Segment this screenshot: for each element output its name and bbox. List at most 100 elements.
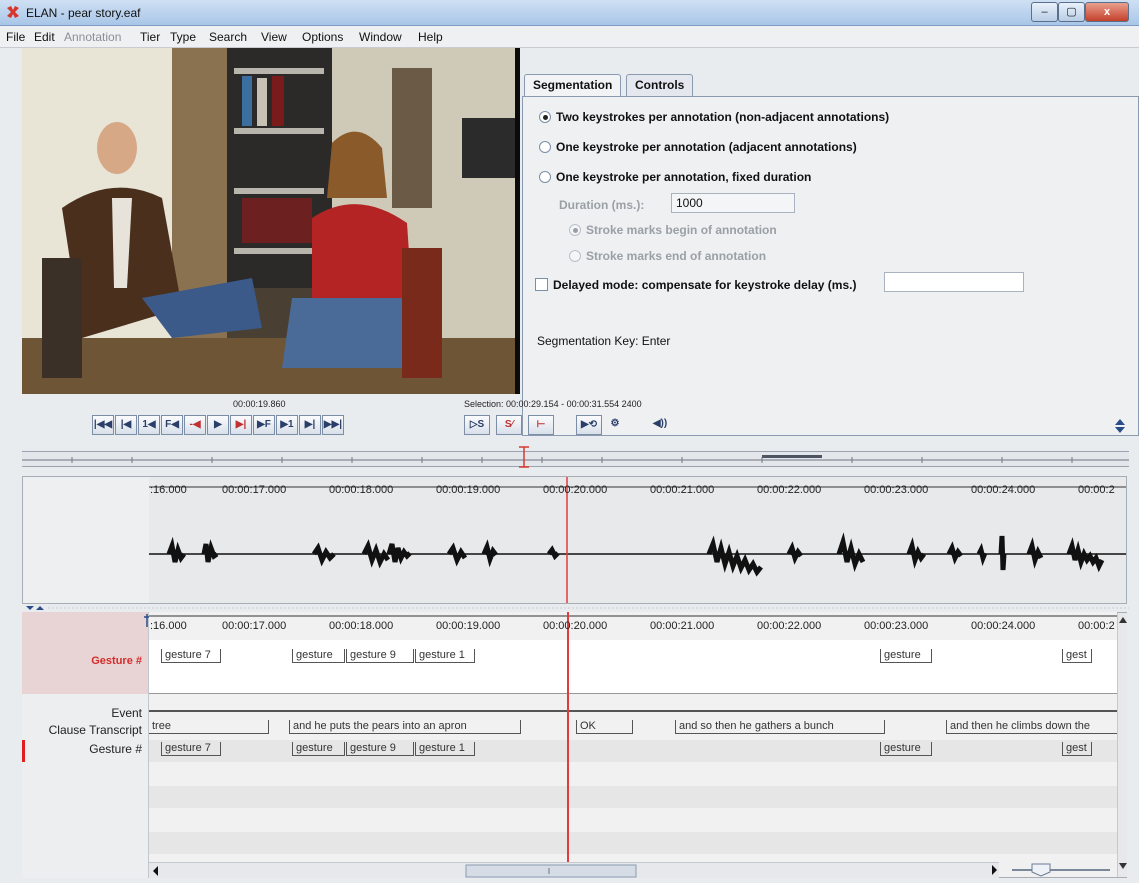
tab-panel: Segmentation Controls Two keystrokes per… — [522, 51, 1139, 436]
vertical-scrollbar-arrows — [1119, 617, 1127, 869]
annotation[interactable]: gesture — [880, 742, 932, 756]
next-scrollview-button[interactable]: ▶| — [299, 415, 321, 435]
go-to-begin-button[interactable]: |◀◀ — [92, 415, 114, 435]
current-time: 00:00:19.860 — [233, 399, 286, 409]
vertical-scrollbar[interactable] — [1117, 613, 1127, 877]
close-button[interactable]: x — [1085, 2, 1129, 22]
annotation[interactable]: gesture — [292, 649, 345, 663]
play-pause-button[interactable]: ▶ — [207, 415, 229, 435]
tier-name-gesture-active[interactable]: Gesture # — [91, 655, 142, 667]
previous-scrollview-button[interactable]: |◀ — [115, 415, 137, 435]
annotation[interactable]: gesture 9 — [346, 742, 414, 756]
tier-tick: 00:00:17.000 — [222, 620, 287, 632]
menu-bar: File Edit Annotation Tier Type Search Vi… — [0, 26, 1139, 48]
annotation[interactable]: gest — [1062, 649, 1092, 663]
checkbox-icon[interactable] — [535, 278, 548, 291]
radio-icon[interactable] — [539, 111, 551, 123]
video-player[interactable] — [22, 48, 515, 394]
annotation[interactable]: and then he climbs down the — [946, 720, 1117, 734]
radio-icon[interactable] — [539, 171, 551, 183]
duration-label: Duration (ms.): — [559, 198, 645, 212]
tier-name-clause-transcript[interactable]: Clause Transcript — [49, 723, 142, 737]
next-frame-button[interactable]: ▶F — [253, 415, 275, 435]
menu-type[interactable]: Type — [170, 30, 196, 44]
annotation[interactable]: gesture — [292, 742, 345, 756]
wave-tick: 00:00:23.000 — [864, 484, 929, 496]
radio-icon[interactable] — [569, 224, 581, 236]
tier-name-event[interactable]: Event — [111, 706, 142, 720]
menu-file[interactable]: File — [6, 30, 25, 44]
next-second-button[interactable]: ▶1 — [276, 415, 298, 435]
horizontal-scrollbar[interactable] — [149, 862, 999, 878]
annotation[interactable]: gesture 7 — [161, 649, 221, 663]
annotation[interactable]: gesture — [880, 649, 932, 663]
tier-tick: 00:00:19.000 — [436, 620, 501, 632]
tier-name-gesture[interactable]: Gesture # — [89, 742, 142, 756]
tab-controls[interactable]: Controls — [626, 74, 694, 96]
loop-mode-button[interactable]: ▶⟲ — [576, 415, 602, 435]
settings-icon[interactable]: ⚙ — [604, 415, 626, 435]
tier-tick: 00:00:20.000 — [543, 620, 608, 632]
previous-pixel-button[interactable]: -◀ — [184, 415, 206, 435]
annotation[interactable]: and so then he gathers a bunch — [675, 720, 885, 734]
annotation[interactable]: gesture 9 — [346, 649, 414, 663]
option-one-fixed-label: One keystroke per annotation, fixed dura… — [556, 170, 812, 184]
option-two-keystrokes-label: Two keystrokes per annotation (non-adjac… — [556, 110, 890, 124]
option-one-keystroke-adjacent[interactable]: One keystroke per annotation (adjacent a… — [539, 140, 857, 154]
position-marker-icon[interactable] — [518, 446, 530, 468]
annotation[interactable]: gest — [1062, 742, 1092, 756]
menu-edit[interactable]: Edit — [34, 30, 55, 44]
go-to-end-button[interactable]: ▶▶| — [322, 415, 344, 435]
annotation[interactable]: gesture 7 — [161, 742, 221, 756]
previous-frame-button[interactable]: F◀ — [161, 415, 183, 435]
wave-tick: 00:00:20.000 — [543, 484, 608, 496]
elan-logo-icon — [7, 6, 19, 18]
menu-search[interactable]: Search — [209, 30, 247, 44]
menu-options[interactable]: Options — [302, 30, 343, 44]
clear-selection-button[interactable]: S⁄ — [496, 415, 522, 435]
radio-icon[interactable] — [539, 141, 551, 153]
title-bar: ELAN - pear story.eaf – ▢ x — [0, 0, 1139, 26]
menu-help[interactable]: Help — [418, 30, 443, 44]
zoom-slider[interactable] — [990, 862, 1120, 878]
option-stroke-end[interactable]: Stroke marks end of annotation — [569, 249, 766, 263]
tier-divider — [149, 693, 1117, 694]
volume-icon[interactable]: ◀)) — [646, 415, 674, 435]
previous-second-button[interactable]: 1◀ — [138, 415, 160, 435]
menu-window[interactable]: Window — [359, 30, 402, 44]
annotation[interactable]: tree — [149, 720, 269, 734]
selection-boundary-button[interactable]: ⊢ — [528, 415, 554, 435]
annotation[interactable]: gesture 1 — [415, 649, 475, 663]
menu-tier[interactable]: Tier — [140, 30, 160, 44]
next-pixel-button[interactable]: ▶| — [230, 415, 252, 435]
delayed-mode-label: Delayed mode: compensate for keystroke d… — [553, 278, 857, 292]
play-selection-button[interactable]: ▷S — [464, 415, 490, 435]
wave-tick: 00:00:17.000 — [222, 484, 287, 496]
overview-ruler[interactable] — [22, 451, 1129, 467]
radio-icon[interactable] — [569, 250, 581, 262]
tab-segmentation[interactable]: Segmentation — [524, 74, 622, 97]
annotation[interactable]: gesture 1 — [415, 742, 475, 756]
menu-annotation[interactable]: Annotation — [64, 30, 121, 44]
option-one-keystroke-fixed[interactable]: One keystroke per annotation, fixed dura… — [539, 170, 811, 184]
video-divider[interactable] — [515, 48, 520, 394]
delay-input[interactable] — [884, 272, 1024, 292]
maximize-button[interactable]: ▢ — [1058, 2, 1085, 22]
tier-annotation-area[interactable]: gesture 7 gesture gesture 9 gesture 1 ge… — [149, 612, 1117, 862]
tier-tick: 00:00:22.000 — [757, 620, 822, 632]
panel-splitter[interactable] — [22, 604, 1129, 612]
selected-tier-highlight — [22, 612, 148, 694]
duration-input[interactable]: 1000 — [671, 193, 795, 213]
annotation[interactable]: and he puts the pears into an apron — [289, 720, 521, 734]
delayed-mode-checkbox[interactable]: Delayed mode: compensate for keystroke d… — [535, 278, 856, 292]
tier-tick: 00:00:23.000 — [864, 620, 929, 632]
minimize-button[interactable]: – — [1031, 2, 1058, 22]
option-two-keystrokes[interactable]: Two keystrokes per annotation (non-adjac… — [539, 110, 889, 124]
collapse-toggle-icon[interactable] — [1114, 418, 1126, 434]
stroke-end-label: Stroke marks end of annotation — [586, 249, 767, 263]
option-stroke-begin[interactable]: Stroke marks begin of annotation — [569, 223, 777, 237]
menu-view[interactable]: View — [261, 30, 287, 44]
annotation[interactable]: OK — [576, 720, 633, 734]
wave-tick: 00:00:24.000 — [971, 484, 1036, 496]
selection-info: Selection: 00:00:29.154 - 00:00:31.554 2… — [464, 399, 642, 409]
